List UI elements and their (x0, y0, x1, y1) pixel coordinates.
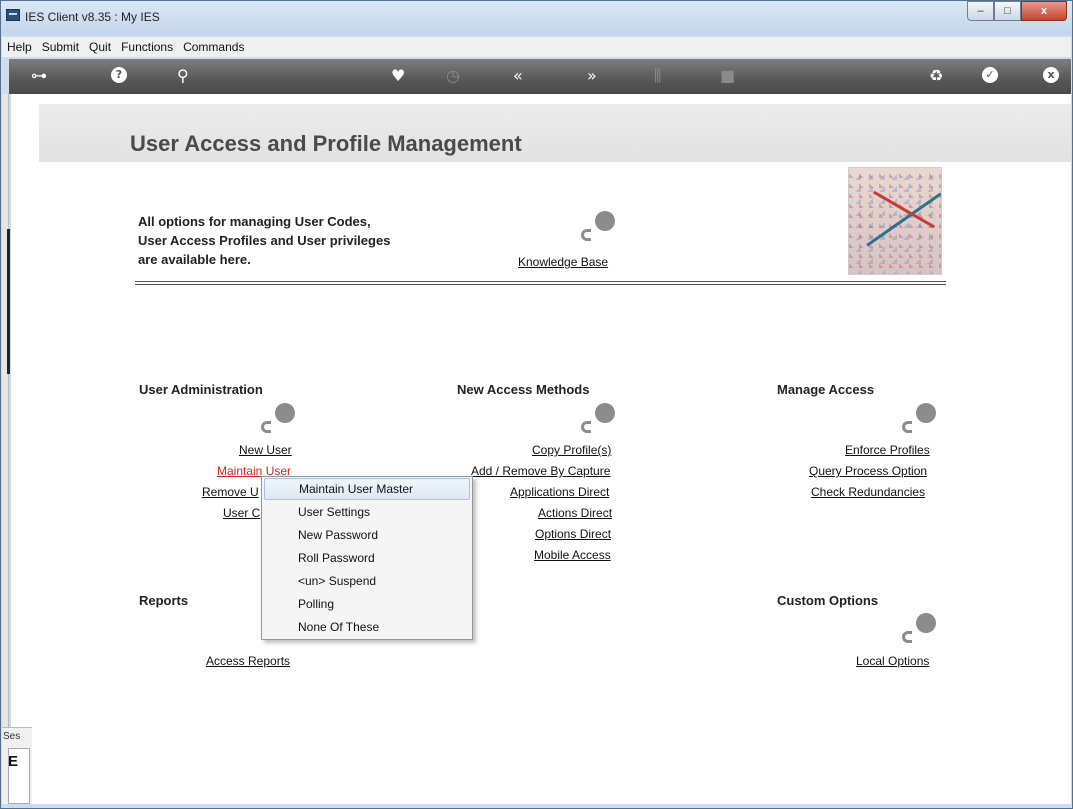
menu-polling[interactable]: Polling (264, 593, 470, 615)
knowledge-base-link[interactable]: Knowledge Base (518, 255, 608, 269)
intro-line-3: are available here. (138, 252, 251, 267)
stop-icon[interactable]: ■ (720, 67, 735, 85)
menu-bar: Help Submit Quit Functions Commands (2, 37, 1071, 57)
query-process-option-link[interactable]: Query Process Option (809, 464, 927, 478)
manage-access-key-icon[interactable] (898, 401, 938, 439)
enforce-profiles-link[interactable]: Enforce Profiles (845, 443, 930, 457)
session-glyph: E (8, 753, 19, 770)
menu-roll-password[interactable]: Roll Password (264, 547, 470, 569)
help-icon[interactable]: ? (111, 67, 127, 83)
menu-maintain-user-master[interactable]: Maintain User Master (264, 478, 470, 500)
applications-direct-link[interactable]: Applications Direct (510, 485, 609, 499)
search-icon[interactable]: ⚲ (177, 67, 189, 85)
intro-line-1: All options for managing User Codes, (138, 214, 371, 229)
heart-icon[interactable]: ♥ (391, 67, 405, 85)
menu-none-of-these[interactable]: None Of These (264, 616, 470, 638)
section-new-access-methods: New Access Methods (457, 382, 590, 397)
options-direct-link[interactable]: Options Direct (535, 527, 611, 541)
map-thumbnail (848, 167, 942, 275)
access-reports-link[interactable]: Access Reports (206, 654, 290, 668)
remove-user-link[interactable]: Remove U (202, 485, 259, 499)
local-options-link[interactable]: Local Options (856, 654, 929, 668)
title-bar: IES Client v8.35 : My IES – □ x (1, 1, 1072, 35)
maximize-button[interactable]: □ (994, 1, 1021, 21)
menu-quit[interactable]: Quit (84, 40, 116, 54)
left-panel-strip (2, 94, 9, 804)
back-icon[interactable]: « (513, 67, 523, 85)
section-custom-options: Custom Options (777, 593, 879, 608)
copy-profiles-link[interactable]: Copy Profile(s) (532, 443, 611, 457)
menu-submit[interactable]: Submit (37, 40, 84, 54)
forward-icon[interactable]: » (587, 67, 597, 85)
menu-suspend[interactable]: <un> Suspend (264, 570, 470, 592)
divider (135, 281, 946, 285)
check-redundancies-link[interactable]: Check Redundancies (811, 485, 925, 499)
clock-icon[interactable]: ◷ (446, 67, 460, 85)
tools-icon[interactable]: ⫼ (654, 67, 661, 85)
toolbar: ⊶ ? ⚲ ♥ ◷ « » ⫼ ■ ♻ ✓ x (9, 59, 1071, 94)
context-menu: Maintain User Master User Settings New P… (261, 476, 473, 640)
recycle-icon[interactable]: ♻ (929, 67, 943, 85)
exit-icon[interactable]: x (1043, 67, 1059, 83)
check-icon[interactable]: ✓ (982, 67, 998, 83)
left-panel-marker (7, 229, 10, 374)
menu-user-settings[interactable]: User Settings (264, 501, 470, 523)
menu-new-password[interactable]: New Password (264, 524, 470, 546)
user-codes-link[interactable]: User C (223, 506, 260, 520)
intro-line-2: User Access Profiles and User privileges (138, 233, 391, 248)
window-title: IES Client v8.35 : My IES (25, 10, 160, 24)
section-reports: Reports (139, 593, 189, 608)
menu-help[interactable]: Help (2, 40, 37, 54)
actions-direct-link[interactable]: Actions Direct (538, 506, 612, 520)
add-remove-by-capture-link[interactable]: Add / Remove By Capture (471, 464, 610, 478)
section-manage-access: Manage Access (777, 382, 875, 397)
custom-options-key-icon[interactable] (898, 611, 938, 649)
app-icon (6, 9, 20, 21)
knowledge-base-key-icon[interactable] (577, 209, 617, 247)
new-user-link[interactable]: New User (239, 443, 292, 457)
app-window: IES Client v8.35 : My IES – □ x Help Sub… (0, 0, 1073, 809)
menu-commands[interactable]: Commands (178, 40, 249, 54)
close-window-button[interactable]: x (1021, 1, 1067, 21)
session-label: Ses (3, 731, 21, 742)
key-icon[interactable]: ⊶ (31, 67, 47, 85)
session-panel: Ses E (2, 727, 32, 804)
window-controls: – □ x (967, 1, 1067, 21)
section-user-administration: User Administration (139, 382, 263, 397)
menu-functions[interactable]: Functions (116, 40, 178, 54)
user-admin-key-icon[interactable] (257, 401, 297, 439)
minimize-button[interactable]: – (967, 1, 994, 21)
page-title: User Access and Profile Management (130, 131, 522, 156)
intro-text: All options for managing User Codes, Use… (138, 212, 438, 269)
new-access-key-icon[interactable] (577, 401, 617, 439)
mobile-access-link[interactable]: Mobile Access (534, 548, 611, 562)
